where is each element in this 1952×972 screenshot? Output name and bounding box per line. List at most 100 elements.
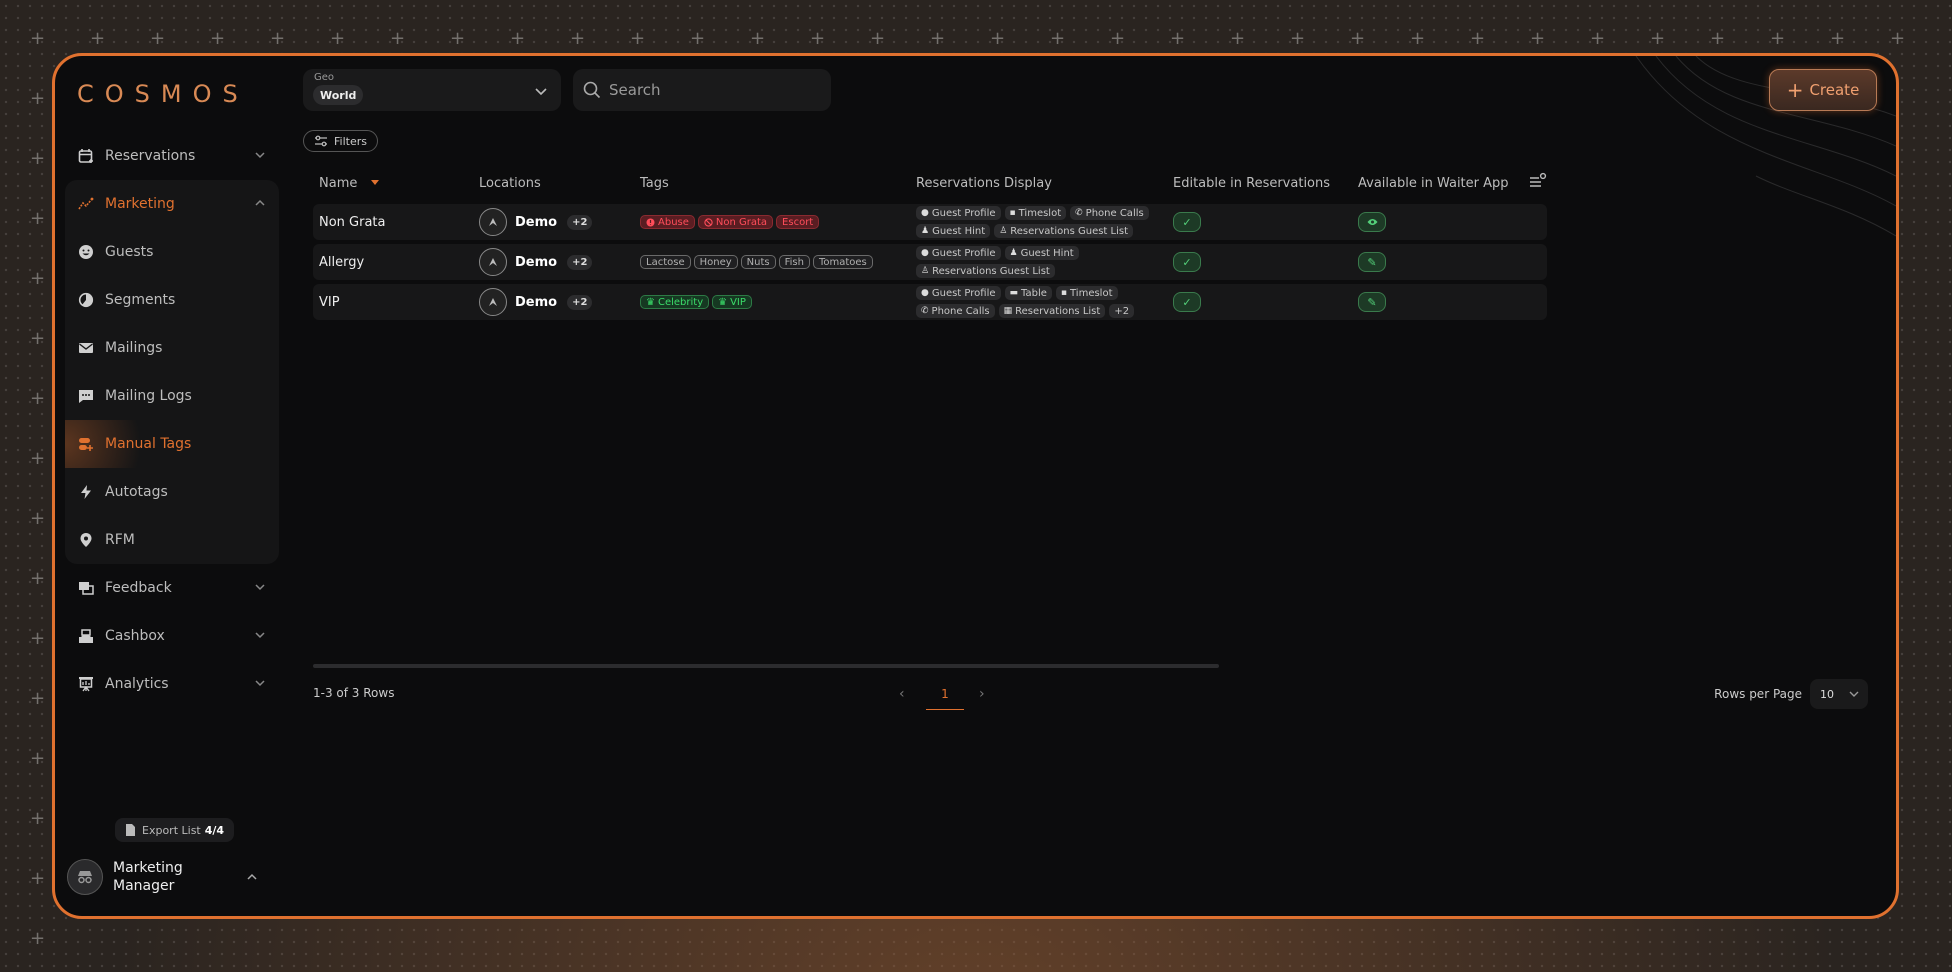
sidebar-item-segments[interactable]: Segments [65, 276, 279, 324]
users-icon: ♟ [1009, 248, 1018, 258]
plus-mark: + [1650, 28, 1666, 49]
user-circle-icon: ● [921, 208, 929, 218]
sidebar-item-label: Mailings [105, 340, 163, 356]
location-more-badge[interactable]: +2 [567, 214, 593, 230]
sidebar-item-analytics[interactable]: Analytics [65, 660, 279, 708]
plus-mark: + [30, 748, 46, 769]
table-header: Name Locations Tags Reservations Display… [313, 172, 1547, 198]
sidebar-item-label: Manual Tags [105, 436, 192, 452]
display-chip: ● Guest Profile [916, 246, 1001, 260]
editable-check-button[interactable]: ✓ [1173, 212, 1201, 232]
sort-desc-icon [370, 180, 379, 185]
chevron-left-icon[interactable]: ‹ [899, 686, 905, 702]
check-icon: ✓ [1182, 255, 1192, 269]
app-window: COSMOS Reservations Marketing Guests Seg… [52, 53, 1899, 919]
plus-mark: + [990, 28, 1006, 49]
table-icon: ▬ [1009, 288, 1019, 298]
plus-mark: + [1770, 28, 1786, 49]
chevron-down-icon [255, 152, 265, 159]
plus-mark: + [150, 28, 166, 49]
alert-circle-icon [646, 218, 655, 226]
display-chip: ● Guest Profile [916, 286, 1001, 300]
rows-per-page-label: Rows per Page [1714, 687, 1802, 701]
sidebar-item-autotags[interactable]: Autotags [65, 468, 279, 516]
column-header-tags: Tags [640, 176, 669, 191]
plus-mark: + [30, 208, 46, 229]
plus-mark: + [90, 28, 106, 49]
display-chip: ▬ Table [1004, 286, 1052, 300]
export-list-button[interactable]: Export List 4/4 [115, 818, 235, 842]
display-chip: ▪ Timeslot [1004, 206, 1067, 220]
plus-mark: + [30, 268, 46, 289]
plus-mark: + [810, 28, 826, 49]
search-input[interactable] [609, 81, 809, 99]
plus-mark: + [1110, 28, 1126, 49]
tag-chip: Non Grata [697, 215, 774, 229]
location-more-badge[interactable]: +2 [567, 254, 593, 270]
presentation-icon [77, 675, 95, 693]
plus-mark: + [690, 28, 706, 49]
feedback-icon [77, 579, 95, 597]
table-row[interactable]: VIP Demo +2 ♛ Celebrity ♛ VIP ● Guest Profi… [313, 284, 1547, 320]
check-icon: ✓ [1182, 215, 1192, 229]
plus-mark: + [30, 448, 46, 469]
row-name: Non Grata [319, 214, 386, 230]
waiter-app-button[interactable]: ✎ [1358, 292, 1386, 312]
eye-icon [1367, 219, 1377, 225]
sidebar-item-mailings[interactable]: Mailings [65, 324, 279, 372]
column-header-name[interactable]: Name [319, 176, 380, 191]
plus-mark: + [30, 88, 46, 109]
plus-mark: + [450, 28, 466, 49]
column-settings-icon[interactable] [1529, 172, 1547, 190]
display-chip: ♙ Reservations Guest List [994, 224, 1134, 238]
chevron-down-icon [255, 680, 265, 687]
sidebar-item-rfm[interactable]: RFM [65, 516, 279, 564]
row-name: Allergy [319, 254, 365, 270]
waiter-app-button[interactable]: ✎ [1358, 252, 1386, 272]
reservations-display-list: ● Guest Profile ▬ Table ▪ Timeslot ✆ Phone C… [916, 286, 1166, 318]
waiter-app-button[interactable] [1358, 212, 1386, 232]
tag-icon [77, 435, 95, 453]
geo-select[interactable]: Geo World [303, 69, 561, 111]
rows-per-page-select[interactable]: 10 [1810, 679, 1868, 709]
horizontal-scrollbar[interactable] [313, 664, 1219, 668]
plus-mark: + [30, 148, 46, 169]
column-header-reservations-display: Reservations Display [916, 176, 1052, 191]
chart-line-icon [77, 195, 95, 213]
location-logo-icon [479, 248, 507, 276]
editable-check-button[interactable]: ✓ [1173, 292, 1201, 312]
user-menu[interactable]: Marketing Manager [67, 854, 267, 900]
sidebar-item-label: Autotags [105, 484, 168, 500]
column-header-locations: Locations [479, 176, 541, 191]
calendar-icon: ▦ [1003, 306, 1013, 316]
rows-per-page-value: 10 [1820, 687, 1834, 701]
sidebar-item-mailing-logs[interactable]: Mailing Logs [65, 372, 279, 420]
sidebar-item-reservations[interactable]: Reservations [65, 132, 279, 180]
display-chip: ♟ Guest Hint [1004, 246, 1079, 260]
plus-mark: + [30, 928, 46, 949]
plus-mark: + [1710, 28, 1726, 49]
location-more-badge[interactable]: +2 [567, 294, 593, 310]
filters-button[interactable]: Filters [303, 130, 378, 152]
editable-check-button[interactable]: ✓ [1173, 252, 1201, 272]
sidebar-item-feedback[interactable]: Feedback [65, 564, 279, 612]
plus-mark: + [1590, 28, 1606, 49]
plus-icon: + [1786, 78, 1804, 102]
pie-chart-icon [77, 291, 95, 309]
sidebar-item-manual-tags[interactable]: Manual Tags [65, 420, 279, 468]
sidebar: COSMOS Reservations Marketing Guests Seg… [55, 56, 279, 916]
page-button-current[interactable]: 1 [926, 678, 964, 710]
sidebar-item-marketing[interactable]: Marketing [65, 180, 279, 228]
chevron-right-icon[interactable]: › [979, 686, 985, 702]
sidebar-item-cashbox[interactable]: Cashbox [65, 612, 279, 660]
plus-mark: + [1470, 28, 1486, 49]
display-more-chip[interactable]: +2 [1109, 304, 1135, 318]
table-row[interactable]: Allergy Demo +2 Lactose Honey Nuts Fish … [313, 244, 1547, 280]
search-box[interactable] [573, 69, 831, 111]
display-chip: ♟ Guest Hint [916, 224, 991, 238]
create-button[interactable]: + Create [1769, 69, 1877, 111]
table-row[interactable]: Non Grata Demo +2 Abuse Non Grata Escort… [313, 204, 1547, 240]
sidebar-item-guests[interactable]: Guests [65, 228, 279, 276]
sidebar-item-label: Reservations [105, 148, 196, 164]
plus-mark: + [30, 388, 46, 409]
